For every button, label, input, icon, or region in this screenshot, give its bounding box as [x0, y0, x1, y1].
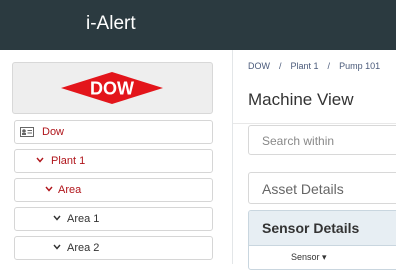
sidebar: DOW Dow Plant 1 Area Area 1 Area 2: [0, 50, 233, 264]
tree-item-area-1[interactable]: Area 1: [14, 207, 213, 231]
app-title: i-Alert: [86, 13, 136, 34]
divider: [233, 123, 396, 124]
tree-item-area[interactable]: Area: [14, 178, 213, 202]
company-logo[interactable]: DOW: [12, 62, 213, 114]
chevron-down-icon[interactable]: [53, 215, 61, 221]
top-bar: i-Alert: [0, 0, 396, 50]
tree-item-plant-1[interactable]: Plant 1: [14, 149, 213, 173]
dow-diamond-logo-icon: DOW: [61, 72, 163, 104]
sensor-column-header[interactable]: Sensor ▾: [291, 252, 327, 263]
chevron-down-icon[interactable]: [45, 186, 53, 192]
search-input[interactable]: Search within: [248, 125, 396, 155]
breadcrumb-separator: /: [327, 61, 331, 71]
chevron-down-icon[interactable]: [36, 157, 44, 163]
tree-item-label: Area 2: [67, 242, 100, 254]
sensor-details-panel: Sensor Details Sensor ▾: [248, 210, 396, 270]
logo-text: DOW: [90, 79, 134, 99]
page-title: Machine View: [248, 90, 354, 109]
chevron-down-icon[interactable]: [53, 244, 61, 250]
breadcrumb-item[interactable]: Plant 1: [291, 61, 319, 71]
sensor-details-header[interactable]: Sensor Details: [249, 211, 396, 246]
tree-item-label: Dow: [42, 126, 65, 138]
tree-item-dow[interactable]: Dow: [14, 120, 213, 144]
id-card-icon: [20, 127, 34, 137]
asset-details-panel-header[interactable]: Asset Details: [248, 172, 396, 204]
main-content: DOW / Plant 1 / Pump 101 Machine View Search…: [233, 50, 396, 270]
breadcrumb-separator: /: [279, 61, 282, 71]
tree-item-label: Area: [58, 184, 82, 196]
breadcrumb: DOW / Plant 1 / Pump 101: [248, 61, 380, 71]
tree-item-label: Plant 1: [51, 155, 86, 167]
tree-item-area-2[interactable]: Area 2: [14, 236, 213, 260]
tree-item-label: Area 1: [67, 213, 100, 225]
breadcrumb-item[interactable]: Pump 101: [339, 61, 380, 71]
breadcrumb-item[interactable]: DOW: [248, 61, 270, 71]
